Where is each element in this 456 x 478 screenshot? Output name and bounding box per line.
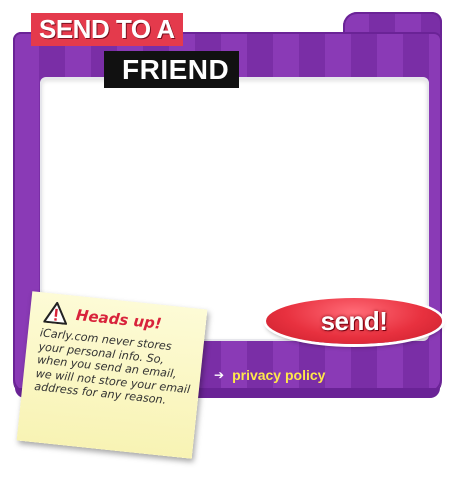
heads-up-note: Heads up! iCarly.com never stores your p… xyxy=(16,291,208,459)
note-heading: Heads up! xyxy=(75,305,163,333)
warning-icon xyxy=(43,301,68,325)
title-line-1: SEND TO A xyxy=(31,13,183,46)
title-line-2: FRIEND xyxy=(104,51,240,88)
privacy-policy-link[interactable]: ➔ privacy policy xyxy=(214,365,325,385)
privacy-policy-label: privacy policy xyxy=(232,367,326,383)
arrow-right-icon: ➔ xyxy=(214,368,225,382)
send-button[interactable]: send! xyxy=(266,298,442,344)
note-body: iCarly.com never stores your personal in… xyxy=(33,326,191,407)
send-button-label: send! xyxy=(320,305,388,336)
